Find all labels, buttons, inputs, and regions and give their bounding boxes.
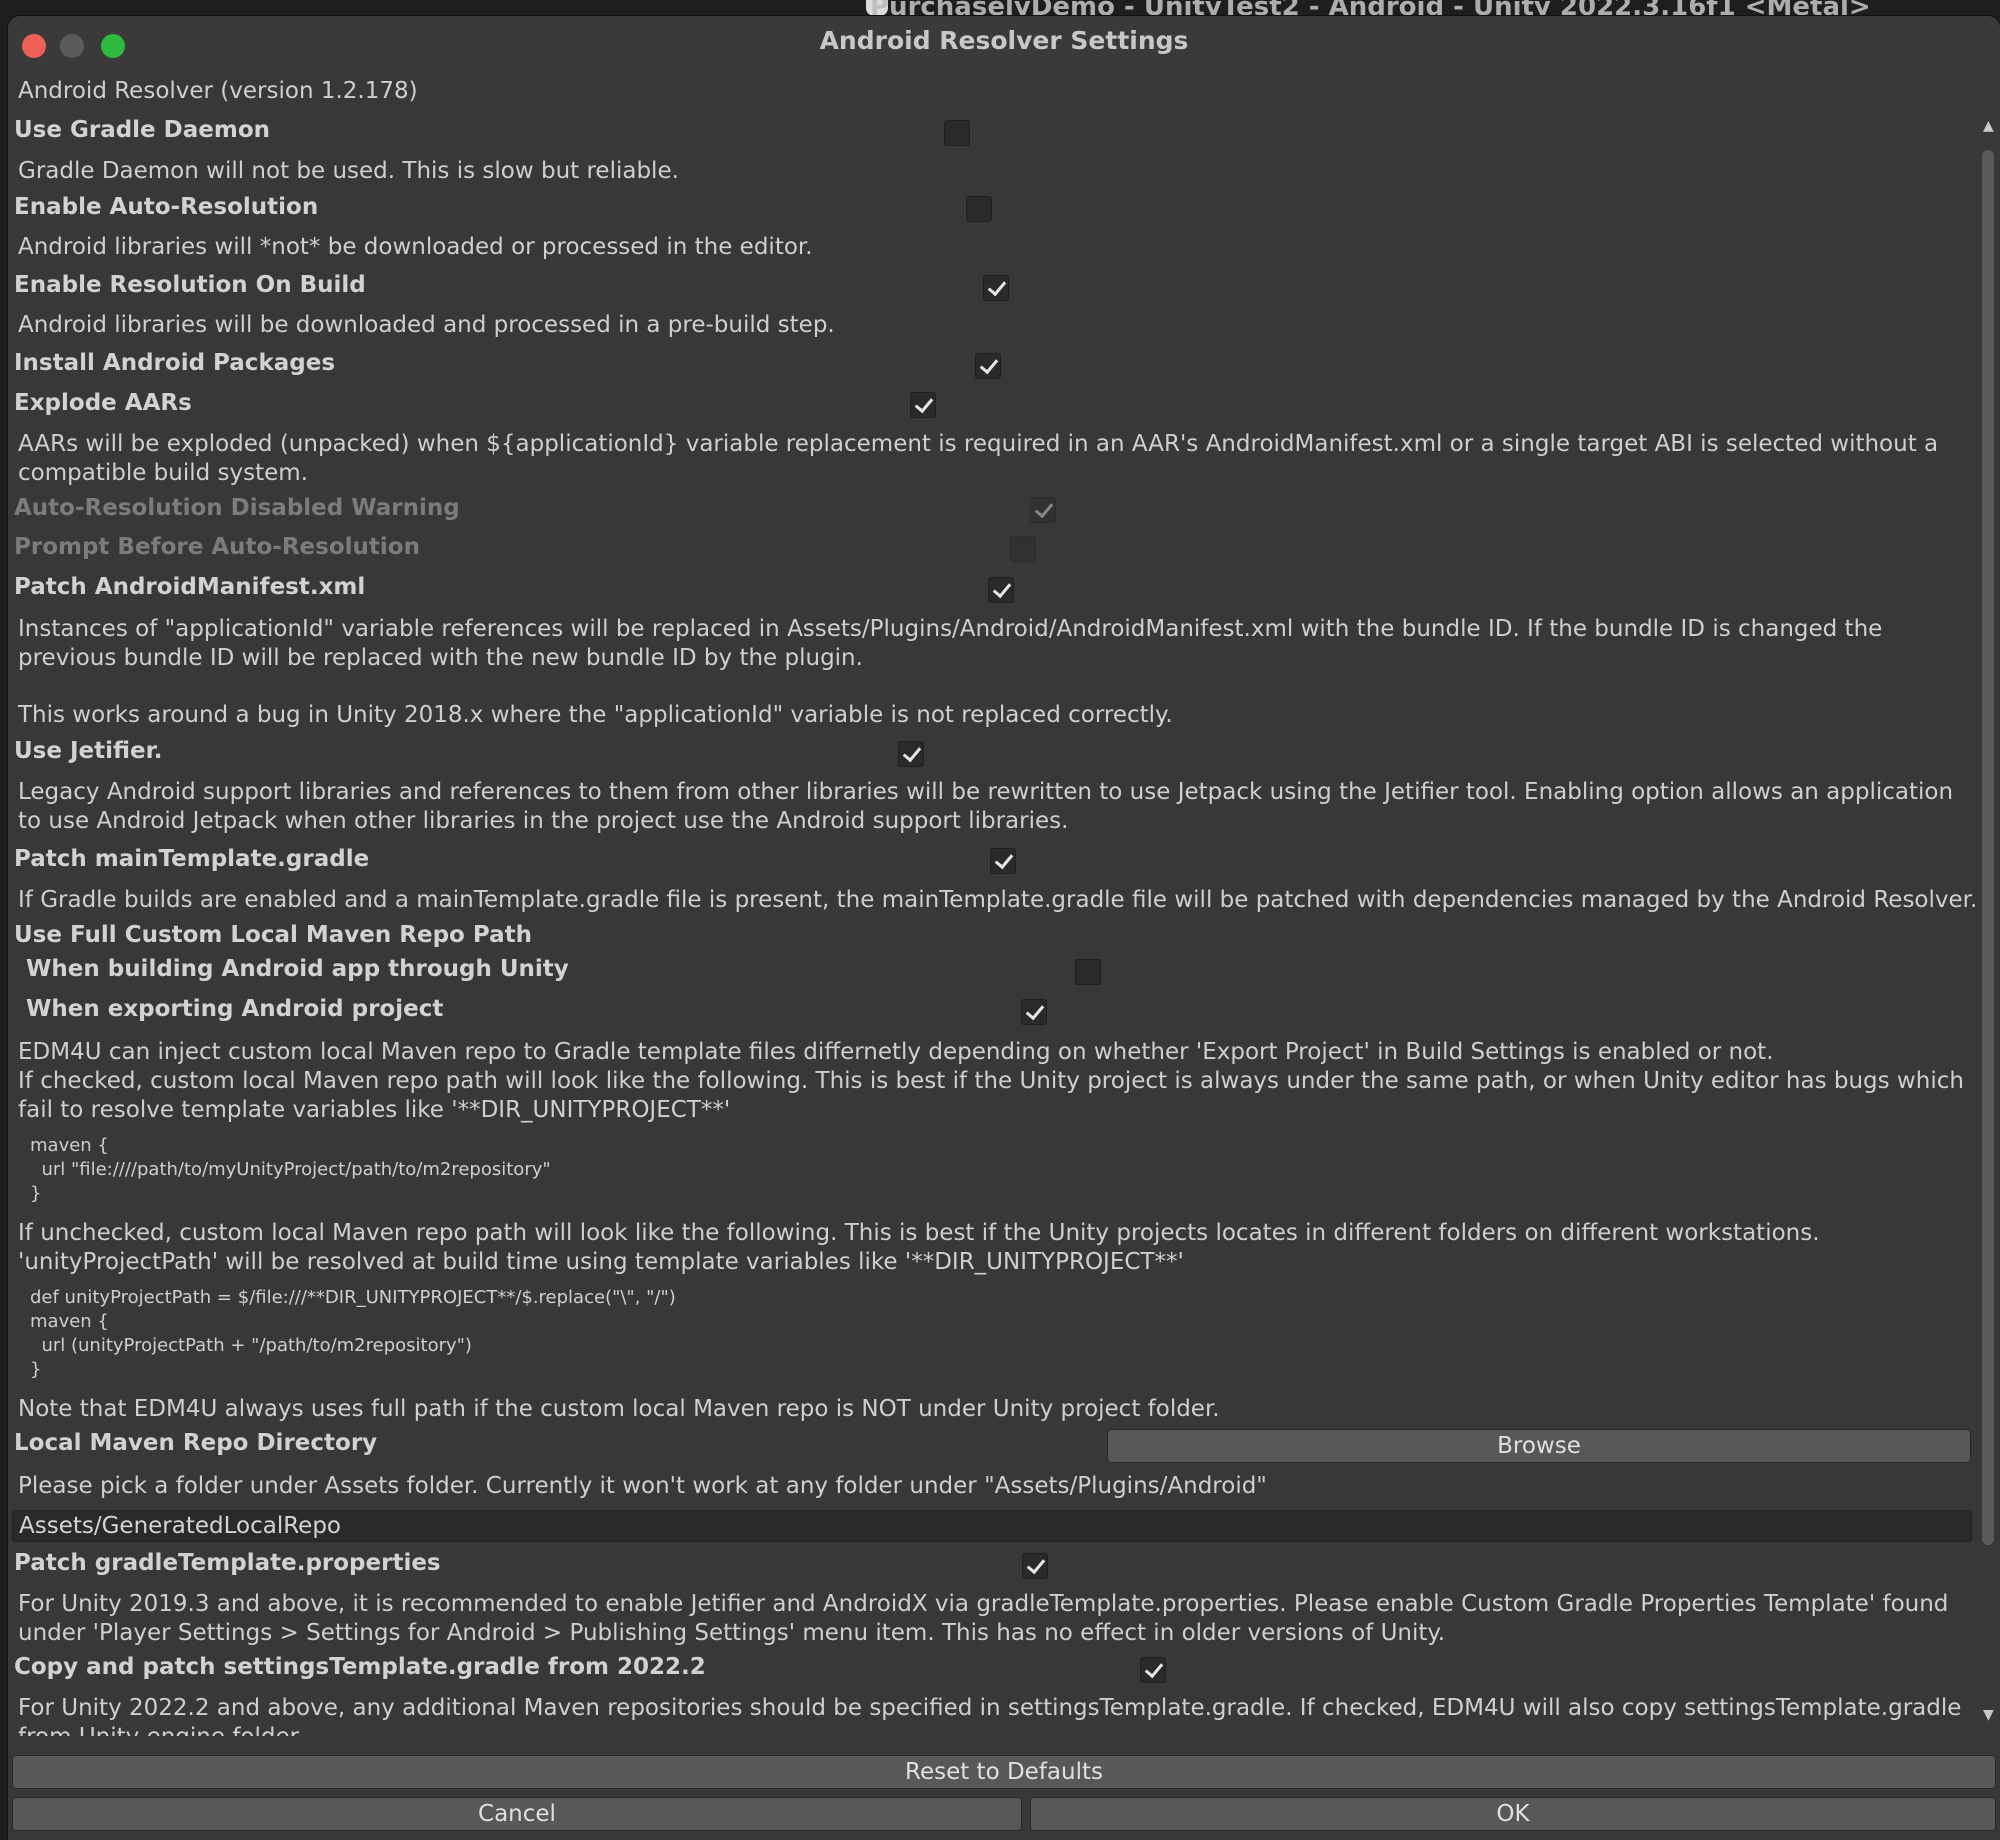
local-maven-repo-label: Local Maven Repo Directory [14,1430,378,1456]
code-line: url "file:////path/to/myUnityProject/pat… [30,1159,551,1180]
use-jetifier-label: Use Jetifier. [14,738,163,764]
patch-main-template-checkbox[interactable] [990,848,1016,874]
prompt-before-auto-resolution-checkbox [1010,536,1036,562]
maven-desc3: If unchecked, custom local Maven repo pa… [18,1220,1820,1275]
browse-button[interactable]: Browse [1107,1429,1971,1463]
patch-gradle-template-properties-label: Patch gradleTemplate.properties [14,1550,441,1576]
use-jetifier-checkbox[interactable] [898,741,924,767]
enable-resolution-on-build-checkbox[interactable] [983,275,1009,301]
patch-android-manifest-desc: Instances of "applicationId" variable re… [18,616,1883,671]
enable-auto-resolution-label: Enable Auto-Resolution [14,194,319,220]
triangle-down-icon[interactable]: ▼ [1983,1707,1994,1723]
explode-aars-label: Explode AARs [14,390,192,416]
scrollbar-thumb[interactable] [1982,150,1994,1545]
patch-android-manifest-label: Patch AndroidManifest.xml [14,574,366,600]
use-gradle-daemon-label: Use Gradle Daemon [14,117,271,143]
maven-desc2: If checked, custom local Maven repo path… [18,1068,1964,1123]
copy-settings-template-checkbox[interactable] [1140,1657,1166,1683]
explode-aars-checkbox[interactable] [910,392,936,418]
when-exporting-checkbox[interactable] [1021,999,1047,1025]
prompt-before-auto-resolution-label: Prompt Before Auto-Resolution [14,534,420,560]
code-line: } [30,1183,42,1204]
ok-button[interactable]: OK [1030,1797,1996,1831]
maven-desc1: EDM4U can inject custom local Maven repo… [18,1039,1774,1065]
code-line: url (unityProjectPath + "/path/to/m2repo… [30,1335,472,1356]
enable-resolution-on-build-desc: Android libraries will be downloaded and… [18,312,835,338]
triangle-up-icon[interactable]: ▲ [1983,118,1994,134]
code-line: } [30,1359,42,1380]
copy-settings-template-desc: For Unity 2022.2 and above, any addition… [18,1695,1962,1736]
install-android-packages-label: Install Android Packages [14,350,336,376]
copy-settings-template-label: Copy and patch settingsTemplate.gradle f… [14,1654,706,1680]
maven-desc4: Note that EDM4U always uses full path if… [18,1396,1220,1422]
auto-resolution-disabled-warning-label: Auto-Resolution Disabled Warning [14,495,460,521]
patch-gradle-template-properties-desc: For Unity 2019.3 and above, it is recomm… [18,1591,1949,1646]
auto-resolution-disabled-warning-checkbox [1030,497,1056,523]
patch-android-manifest-desc2: This works around a bug in Unity 2018.x … [18,702,1173,728]
when-exporting-label: When exporting Android project [26,996,444,1022]
reset-to-defaults-button[interactable]: Reset to Defaults [12,1755,1996,1789]
code-line: maven { [30,1135,109,1156]
local-maven-repo-field[interactable]: Assets/GeneratedLocalRepo [12,1510,1972,1542]
enable-resolution-on-build-label: Enable Resolution On Build [14,272,366,298]
patch-main-template-desc: If Gradle builds are enabled and a mainT… [18,887,1978,913]
explode-aars-desc: AARs will be exploded (unpacked) when ${… [18,431,1939,486]
install-android-packages-checkbox[interactable] [975,353,1001,379]
use-gradle-daemon-checkbox[interactable] [944,120,970,146]
version-text: Android Resolver (version 1.2.178) [18,78,418,104]
enable-auto-resolution-desc: Android libraries will *not* be download… [18,234,813,260]
enable-auto-resolution-checkbox[interactable] [966,196,992,222]
title-bar: Android Resolver Settings [8,16,2000,72]
code-line: def unityProjectPath = $/file:///**DIR_U… [30,1287,676,1308]
when-building-checkbox[interactable] [1075,959,1101,985]
window-title: Android Resolver Settings [819,26,1189,55]
cancel-button[interactable]: Cancel [12,1797,1022,1831]
patch-android-manifest-checkbox[interactable] [988,577,1014,603]
full-custom-maven-label: Use Full Custom Local Maven Repo Path [14,922,532,948]
local-maven-repo-desc: Please pick a folder under Assets folder… [18,1473,1267,1499]
use-gradle-daemon-desc: Gradle Daemon will not be used. This is … [18,158,679,184]
code-line: maven { [30,1311,109,1332]
when-building-label: When building Android app through Unity [26,956,569,982]
use-jetifier-desc: Legacy Android support libraries and ref… [18,779,1954,834]
patch-main-template-label: Patch mainTemplate.gradle [14,846,370,872]
patch-gradle-template-properties-checkbox[interactable] [1022,1553,1048,1579]
